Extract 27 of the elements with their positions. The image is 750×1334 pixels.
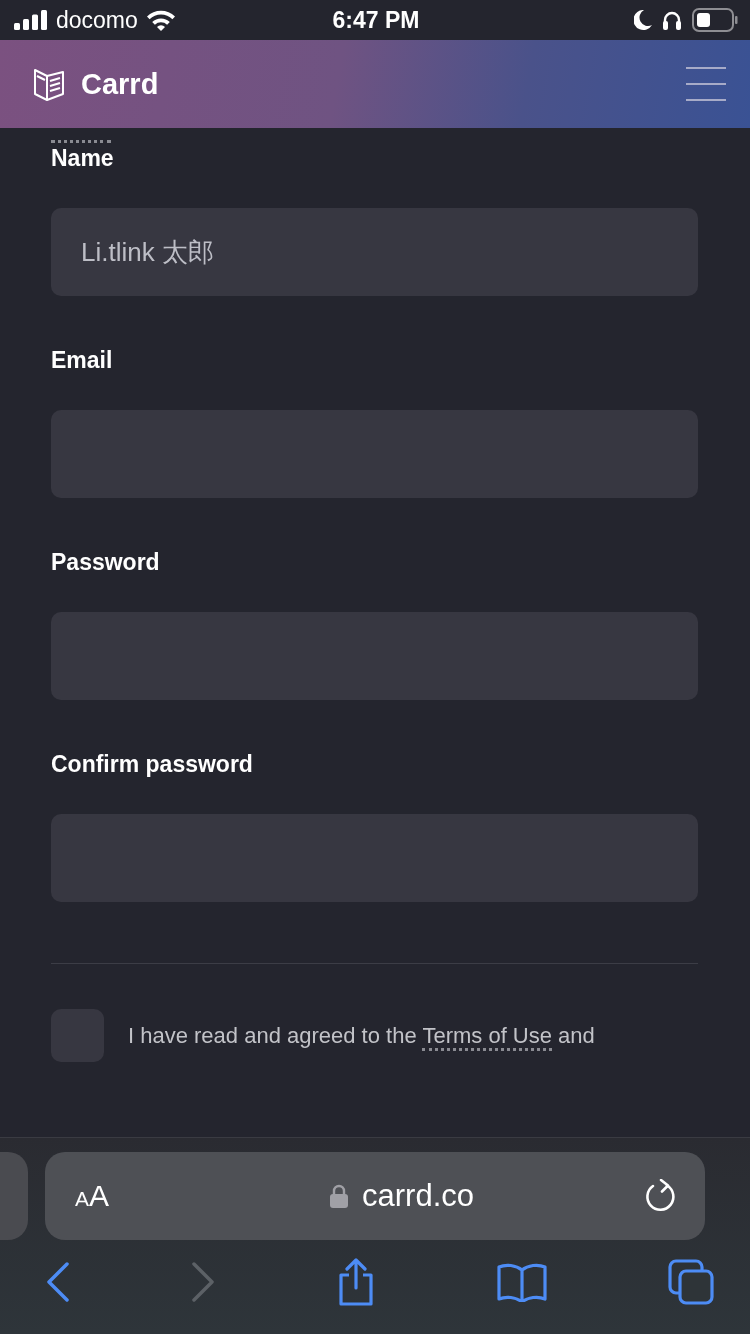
menu-icon[interactable] [686, 67, 726, 101]
forward-icon[interactable] [191, 1262, 215, 1302]
wifi-icon [145, 9, 176, 31]
terms-link[interactable]: Terms of Use [422, 1022, 552, 1051]
site-title: Carrd [81, 67, 159, 101]
moon-icon [634, 10, 652, 30]
book-logo-icon [33, 67, 65, 101]
text-size-button[interactable]: AA [75, 1179, 110, 1213]
address-bar[interactable]: AA carrd.co [45, 1152, 705, 1240]
headphones-icon [662, 10, 682, 30]
field-label: Email [51, 346, 114, 375]
carrier-name: docomo [56, 6, 138, 34]
field-label: Password [51, 548, 161, 577]
share-icon[interactable] [336, 1258, 376, 1306]
bookmarks-icon[interactable] [497, 1262, 547, 1302]
back-icon[interactable] [46, 1262, 70, 1302]
input-field[interactable]: Li.tlink 太郎 [51, 208, 698, 296]
url-text: carrd.co [362, 1178, 474, 1214]
signal-icon [14, 10, 48, 30]
lock-icon [330, 1184, 348, 1208]
field-label: Confirm password [51, 750, 254, 779]
reload-icon[interactable] [645, 1179, 677, 1213]
tabs-icon[interactable] [668, 1259, 714, 1305]
clock-time: 6:47 PM [332, 6, 420, 34]
agreement-text: I have read and agreed to the Terms of Use and [128, 1022, 595, 1049]
battery-icon [692, 8, 738, 32]
field-label: Name [51, 144, 115, 173]
